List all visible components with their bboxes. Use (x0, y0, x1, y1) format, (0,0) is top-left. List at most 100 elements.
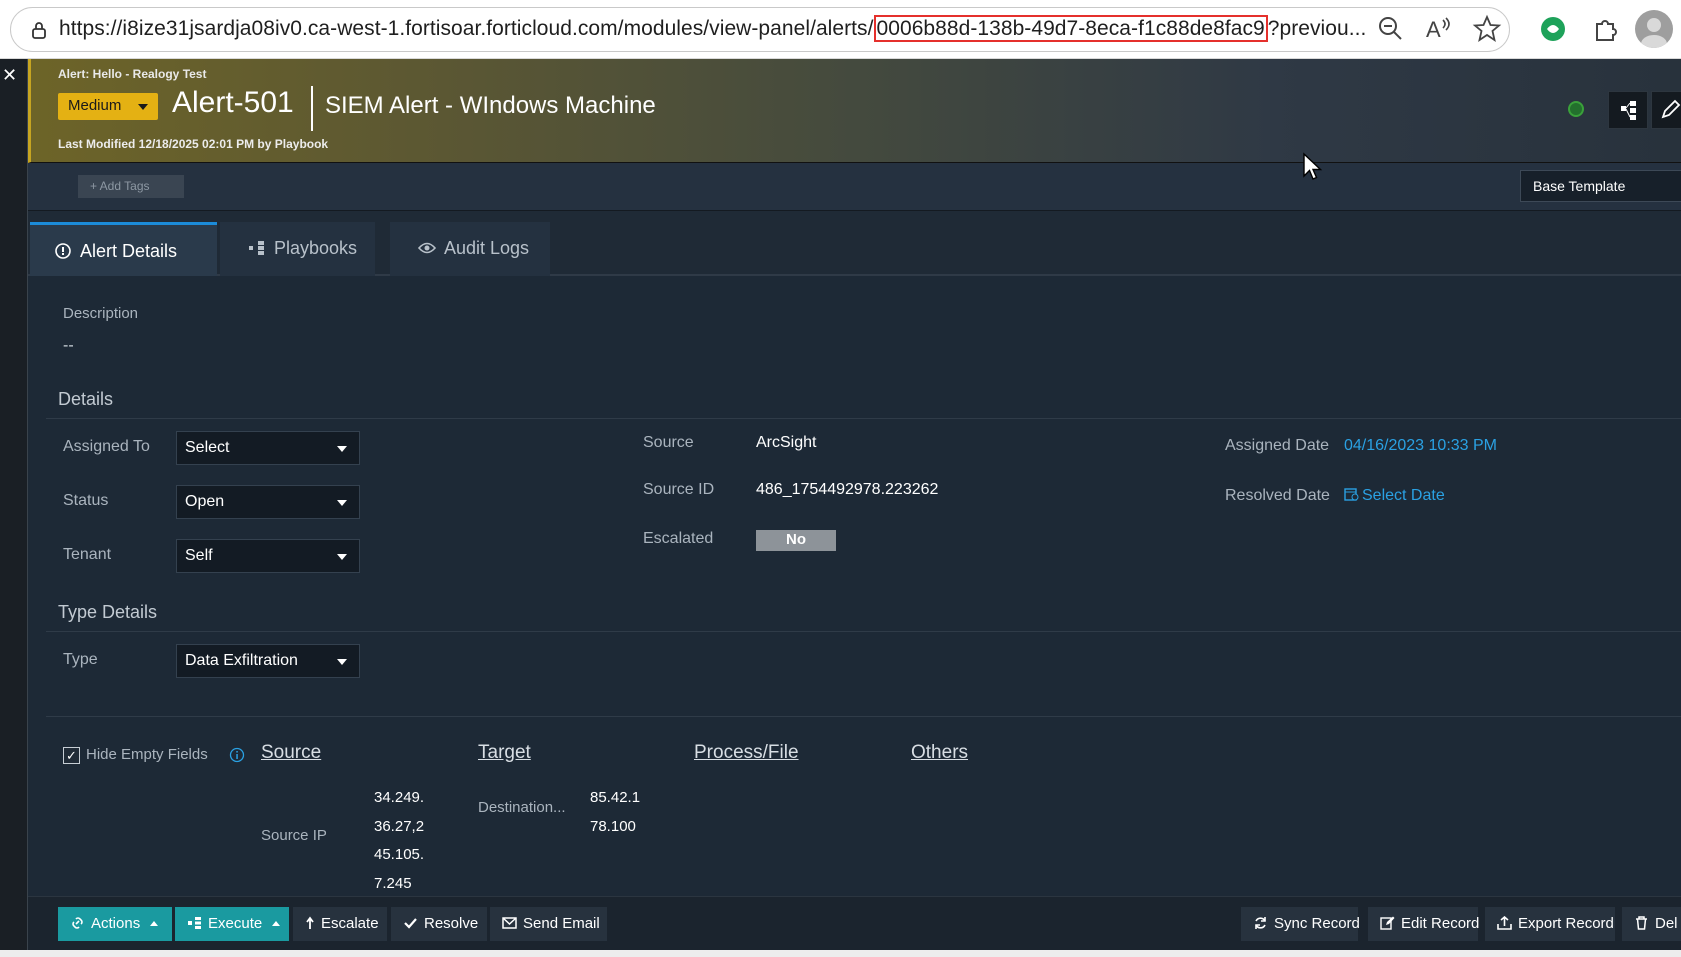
address-bar[interactable]: https://i8ize31jsardja08iv0.ca-west-1.fo… (10, 7, 1510, 52)
indicator-tab-source[interactable]: Source (261, 742, 321, 764)
extension-badge-icon[interactable] (1538, 14, 1568, 44)
extensions-puzzle-icon[interactable] (1591, 14, 1621, 44)
type-label: Type (63, 651, 98, 668)
playbook-icon (188, 917, 201, 929)
zoom-out-icon[interactable] (1376, 14, 1406, 44)
left-side-panel: ✕ (0, 59, 28, 957)
description-value: -- (63, 337, 74, 354)
escalated-badge[interactable]: No (756, 530, 836, 551)
edit-record-button[interactable]: Edit Record (1368, 907, 1479, 941)
indicator-tab-target[interactable]: Target (478, 742, 531, 764)
escalate-label: Escalate (321, 915, 379, 932)
destination-line: 85.42.1 (590, 789, 641, 806)
info-icon[interactable] (229, 747, 245, 763)
alert-header: Alert: Hello - Realogy Test Medium Alert… (28, 59, 1681, 163)
tab-audit-logs[interactable]: Audit Logs (390, 222, 550, 276)
tab-playbooks[interactable]: Playbooks (220, 222, 375, 276)
edit-header-button[interactable] (1651, 91, 1681, 129)
add-tags-button[interactable]: + Add Tags (78, 175, 184, 198)
tab-label: Playbooks (274, 238, 358, 258)
tab-alert-details[interactable]: Alert Details (30, 222, 217, 276)
tags-row: + Add Tags Base Template (28, 163, 1681, 211)
calendar-icon (1344, 488, 1359, 501)
assigned-to-select[interactable]: Select (176, 431, 360, 465)
playbook-button[interactable] (1608, 91, 1648, 129)
source-value: ArcSight (756, 434, 817, 451)
mouse-cursor-icon (1303, 152, 1323, 180)
alert-breadcrumb: Alert: Hello - Realogy Test (58, 67, 207, 81)
tab-label: Audit Logs (444, 238, 530, 258)
indicator-tab-process-file[interactable]: Process/File (694, 742, 799, 764)
type-details-divider (46, 631, 1681, 632)
url-prefix: https://i8ize31jsardja08iv0.ca-west-1.fo… (59, 17, 874, 40)
escalate-arrow-icon (306, 916, 314, 929)
chevron-down-icon (138, 104, 148, 110)
export-icon (1497, 916, 1512, 930)
action-bar: Actions Execute Escalate Resolve Send Em… (28, 896, 1681, 950)
assigned-to-value: Select (185, 439, 230, 456)
sync-icon (1255, 917, 1266, 929)
type-value: Data Exfiltration (185, 652, 298, 669)
source-ip-label: Source IP (261, 827, 327, 844)
type-select[interactable]: Data Exfiltration (176, 644, 360, 678)
destination-line: 78.100 (590, 817, 636, 835)
actions-label: Actions (91, 915, 141, 932)
lock-icon[interactable] (29, 20, 49, 40)
delete-record-button[interactable]: Del (1622, 907, 1681, 941)
resolved-date-label: Resolved Date (1225, 487, 1330, 504)
execute-button[interactable]: Execute (175, 907, 289, 941)
profile-avatar[interactable] (1635, 10, 1673, 48)
tenant-select[interactable]: Self (176, 539, 360, 573)
status-label: Status (63, 492, 109, 509)
read-aloud-icon[interactable]: A (1424, 14, 1454, 44)
last-modified: Last Modified 12/18/2025 02:01 PM by Pla… (58, 137, 329, 151)
template-selector[interactable]: Base Template (1520, 170, 1681, 202)
browser-toolbar: https://i8ize31jsardja08iv0.ca-west-1.fo… (0, 0, 1681, 59)
resolved-date-picker[interactable]: Select Date (1344, 487, 1445, 505)
source-ip-value: 34.249. 36.27,2 45.105. 7.245 (374, 784, 424, 898)
status-select[interactable]: Open (176, 485, 360, 519)
source-ip-line: 34.249. (374, 789, 425, 806)
favorite-star-icon[interactable] (1472, 14, 1502, 44)
record-tabs: Alert Details Playbooks Audit Logs (28, 211, 1681, 276)
indicator-tab-others[interactable]: Others (911, 742, 968, 764)
indicators-divider (46, 716, 1681, 717)
severity-dropdown[interactable]: Medium (58, 93, 158, 120)
assigned-date-label: Assigned Date (1225, 437, 1330, 454)
close-panel-icon[interactable]: ✕ (2, 65, 17, 86)
destination-value: 85.42.1 78.100 (590, 784, 640, 841)
source-ip-line: 36.27,2 (374, 817, 425, 835)
details-section-title: Details (58, 389, 114, 409)
escalate-button[interactable]: Escalate (293, 907, 387, 941)
envelope-icon (502, 917, 517, 929)
pencil-icon (1661, 99, 1681, 119)
svg-text:A: A (1426, 17, 1441, 42)
execute-label: Execute (208, 915, 263, 932)
actions-button[interactable]: Actions (58, 907, 172, 941)
hide-empty-checkbox[interactable]: ✓ (63, 747, 80, 764)
info-circle-icon (55, 243, 71, 259)
sync-record-button[interactable]: Sync Record (1241, 907, 1360, 941)
assigned-date-value[interactable]: 04/16/2023 10:33 PM (1344, 437, 1497, 455)
window-bottom-edge (0, 950, 1681, 957)
resolved-date-value: Select Date (1362, 487, 1445, 504)
chevron-down-icon (337, 446, 347, 452)
destination-label: Destination... (478, 799, 566, 816)
hide-empty-label: Hide Empty Fields (86, 746, 208, 763)
playbook-icon (249, 241, 264, 255)
resolve-button[interactable]: Resolve (391, 907, 487, 941)
export-record-button[interactable]: Export Record (1485, 907, 1615, 941)
source-ip-line: 45.105. (374, 846, 425, 863)
chevron-down-icon (337, 500, 347, 506)
delete-record-label: Del (1655, 915, 1678, 932)
send-email-button[interactable]: Send Email (490, 907, 607, 941)
sync-record-label: Sync Record (1274, 915, 1360, 932)
checkmark-icon (404, 918, 417, 929)
chevron-down-icon (337, 659, 347, 665)
chevron-up-icon (150, 921, 159, 926)
url-text[interactable]: https://i8ize31jsardja08iv0.ca-west-1.fo… (59, 15, 1366, 42)
alert-name: SIEM Alert - WIndows Machine (325, 92, 656, 119)
trash-icon (1636, 916, 1647, 930)
chevron-up-icon (272, 921, 281, 926)
tenant-value: Self (185, 547, 213, 564)
